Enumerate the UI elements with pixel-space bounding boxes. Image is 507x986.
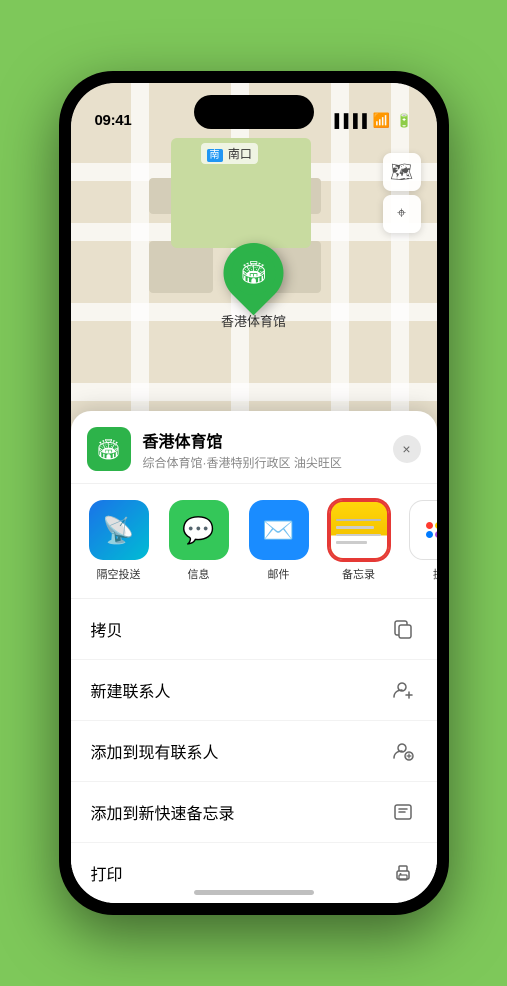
wifi-icon: 📶 (373, 112, 390, 129)
phone-frame: 09:41 ▐▐▐▐ 📶 🔋 南 (59, 71, 449, 915)
messages-icon: 💬 (182, 515, 214, 546)
share-messages[interactable]: 💬 信息 (163, 500, 235, 582)
copy-icon (389, 615, 417, 643)
sheet-header: 🏟 香港体育馆 综合体育馆·香港特别行政区 油尖旺区 × (71, 411, 437, 484)
notes-label: 备忘录 (342, 566, 375, 582)
status-time: 09:41 (95, 112, 132, 129)
messages-label: 信息 (188, 566, 210, 582)
venue-title: 香港体育馆 (143, 428, 393, 452)
dynamic-island (194, 95, 314, 129)
signal-icon: ▐▐▐▐ (330, 113, 367, 128)
stadium-icon: 🏟 (240, 260, 268, 286)
airdrop-icon-bg: 📡 (89, 500, 149, 560)
marker-pin: 🏟 (211, 231, 296, 316)
map-block (149, 241, 213, 293)
messages-icon-bg: 💬 (169, 500, 229, 560)
action-copy[interactable]: 拷贝 (71, 599, 437, 660)
person-add-icon (389, 737, 417, 765)
venue-subtitle: 综合体育馆·香港特别行政区 油尖旺区 (143, 454, 393, 471)
mail-icon-bg: ✉️ (249, 500, 309, 560)
notes-icon-bg (329, 500, 389, 560)
close-icon: × (402, 441, 410, 457)
map-controls: 🗺 ⌖ (383, 153, 421, 233)
battery-icon: 🔋 (396, 113, 412, 129)
location-button[interactable]: ⌖ (383, 195, 421, 233)
map-road (71, 383, 437, 401)
action-new-contact-label: 新建联系人 (91, 678, 171, 702)
action-add-existing[interactable]: 添加到现有联系人 (71, 721, 437, 782)
action-copy-label: 拷贝 (91, 617, 123, 641)
action-quick-note[interactable]: 添加到新快速备忘录 (71, 782, 437, 843)
airdrop-label: 隔空投送 (97, 566, 141, 582)
action-print-label: 打印 (91, 861, 123, 885)
more-label: 提 (433, 566, 437, 582)
stadium-marker[interactable]: 🏟 香港体育馆 (221, 243, 286, 330)
print-icon (389, 859, 417, 887)
share-row: 📡 隔空投送 💬 信息 ✉️ 邮件 (71, 484, 437, 599)
phone-screen: 09:41 ▐▐▐▐ 📶 🔋 南 (71, 83, 437, 903)
close-button[interactable]: × (393, 435, 421, 463)
map-type-button[interactable]: 🗺 (383, 153, 421, 191)
bottom-sheet: 🏟 香港体育馆 综合体育馆·香港特别行政区 油尖旺区 × 📡 隔空投送 (71, 411, 437, 903)
venue-info: 香港体育馆 综合体育馆·香港特别行政区 油尖旺区 (143, 428, 393, 471)
mail-label: 邮件 (268, 566, 290, 582)
action-new-contact[interactable]: 新建联系人 (71, 660, 437, 721)
venue-logo: 🏟 (87, 427, 131, 471)
share-mail[interactable]: ✉️ 邮件 (243, 500, 315, 582)
location-icon: ⌖ (397, 205, 406, 223)
mail-icon: ✉️ (262, 515, 294, 546)
map-south-gate-label: 南 南口 (201, 143, 258, 164)
action-quick-note-label: 添加到新快速备忘录 (91, 800, 235, 824)
home-indicator (194, 890, 314, 895)
marker-inner: 🏟 (231, 251, 275, 295)
airdrop-icon: 📡 (102, 515, 134, 546)
person-plus-icon (389, 676, 417, 704)
quicknote-icon (389, 798, 417, 826)
status-icons: ▐▐▐▐ 📶 🔋 (330, 112, 412, 129)
action-add-existing-label: 添加到现有联系人 (91, 739, 219, 763)
share-more[interactable]: 提 (403, 500, 437, 582)
share-airdrop[interactable]: 📡 隔空投送 (83, 500, 155, 582)
map-type-icon: 🗺 (390, 162, 413, 183)
venue-logo-icon: 🏟 (96, 437, 121, 462)
share-notes[interactable]: 备忘录 (323, 500, 395, 582)
action-list: 拷贝 新建联系人 (71, 599, 437, 903)
more-icon-bg (409, 500, 437, 560)
